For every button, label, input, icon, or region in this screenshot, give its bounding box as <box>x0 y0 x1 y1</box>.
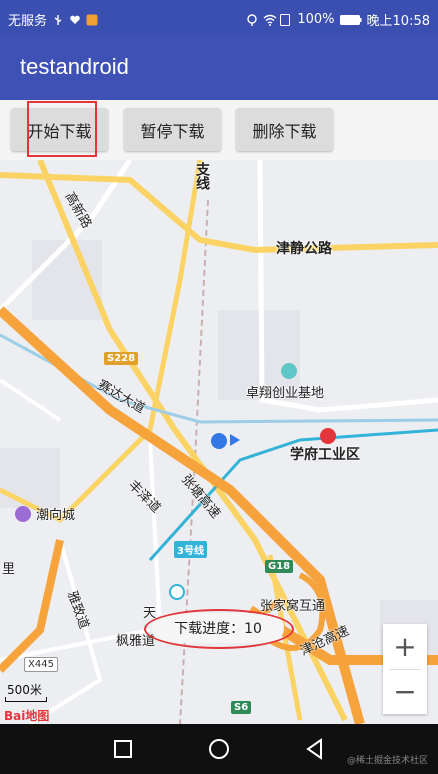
app-bar: testandroid <box>0 36 438 100</box>
map-shield-line3: 3号线 <box>174 541 207 558</box>
map-scale-text: 500米 <box>7 683 42 697</box>
battery-percent: 100% <box>297 12 335 27</box>
map-scale-bar <box>5 697 47 702</box>
battery-icon <box>339 14 362 26</box>
map-view[interactable]: 支线 高新路 津静公路 S228 赛达大道 卓翔创业基地 学府工业区 张塘高速 … <box>0 160 438 724</box>
navigation-bar: @稀土掘金技术社区 <box>0 724 438 774</box>
location-pin-icon <box>246 13 258 26</box>
carrier-text: 无服务 <box>8 14 48 29</box>
map-label-xuefu: 学府工业区 <box>290 447 360 463</box>
map-label-zhuoxiang: 卓翔创业基地 <box>246 386 325 401</box>
watermark-text: @稀土掘金技术社区 <box>346 756 428 766</box>
heart-icon <box>69 14 81 26</box>
map-label-zhixian: 支线 <box>194 162 210 190</box>
map-shield-s6: S6 <box>231 701 252 714</box>
map-label-zhangjiawo: 张家窝互通 <box>260 599 326 614</box>
status-right: 100% 晚上10:58 <box>246 10 430 29</box>
map-label-li: 里 <box>2 562 16 577</box>
map-shield-g18: G18 <box>265 560 294 573</box>
app-title: testandroid <box>20 54 129 79</box>
wifi-icon <box>263 14 277 26</box>
sim-icon <box>280 13 292 26</box>
zoom-in-button[interactable]: + <box>383 624 427 669</box>
progress-highlight-ring <box>144 609 294 649</box>
phone-screen: 无服务 100% 晚上10:58 testandroid 开始下载 暂停下载 删… <box>0 0 438 774</box>
map-shield-s228: S228 <box>104 352 139 365</box>
app-notification-icon <box>86 14 98 26</box>
map-label-jinjinglu: 津静公路 <box>276 241 332 257</box>
status-bar: 无服务 100% 晚上10:58 <box>0 0 438 36</box>
map-label-chaoxiang: 潮向城 <box>36 508 76 523</box>
map-shield-x445: X445 <box>24 657 58 672</box>
home-icon[interactable] <box>206 736 232 762</box>
usb-icon <box>52 14 64 26</box>
zoom-out-button[interactable]: − <box>383 669 427 714</box>
highlight-box <box>27 101 97 157</box>
pause-download-button[interactable]: 暂停下载 <box>124 108 221 151</box>
recents-icon[interactable] <box>110 736 136 762</box>
baidu-map-logo: Bai地图 <box>4 709 50 723</box>
back-icon[interactable] <box>302 736 328 762</box>
clock: 晚上10:58 <box>366 14 430 29</box>
zoom-controls: + − <box>383 624 427 714</box>
zoom-divider <box>389 669 421 670</box>
status-left: 无服务 <box>8 10 98 29</box>
delete-download-button[interactable]: 删除下载 <box>236 108 333 151</box>
